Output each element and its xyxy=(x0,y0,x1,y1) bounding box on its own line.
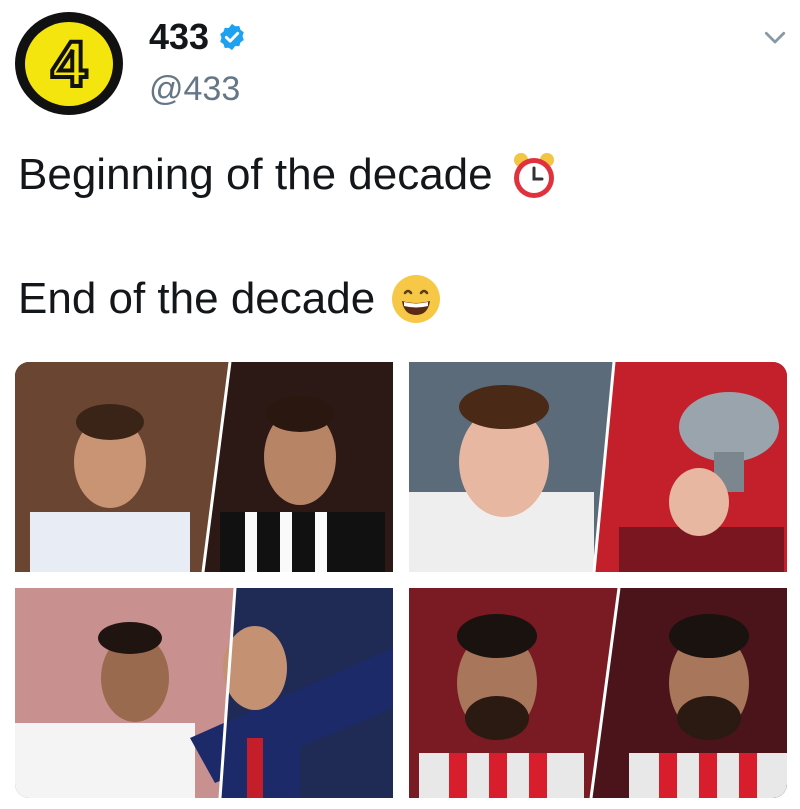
tweet-line-1: Beginning of the decade xyxy=(18,148,778,202)
photo-2[interactable] xyxy=(409,362,787,572)
photo-3-image xyxy=(15,588,393,798)
photo-3[interactable] xyxy=(15,588,393,798)
tweet-line-1-text: Beginning of the decade xyxy=(18,150,493,199)
alarm-clock-emoji-icon xyxy=(513,153,554,198)
author-name[interactable]: 433 xyxy=(149,16,247,58)
grinning-face-emoji-icon xyxy=(392,275,441,323)
photo-4[interactable] xyxy=(409,588,787,798)
author-handle[interactable]: @433 xyxy=(149,70,240,109)
avatar-glyph: 4 xyxy=(49,27,89,100)
photo-1[interactable] xyxy=(15,362,393,572)
verified-badge-icon xyxy=(220,23,244,51)
tweet-line-2: End of the decade xyxy=(18,272,778,326)
photo-4-image xyxy=(409,588,787,798)
tweet-line-2-text: End of the decade xyxy=(18,274,376,323)
photo-1-image xyxy=(15,362,393,572)
photo-2-image xyxy=(409,362,787,572)
chevron-down-icon[interactable] xyxy=(760,22,790,52)
avatar-badge: 4 xyxy=(22,18,116,109)
media-grid xyxy=(15,362,787,798)
avatar[interactable]: 4 xyxy=(15,12,123,115)
display-name-text: 433 xyxy=(149,16,210,57)
